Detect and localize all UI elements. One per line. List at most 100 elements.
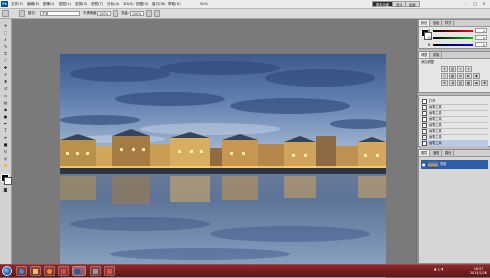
menu-file[interactable]: 文件(F) — [11, 1, 23, 7]
tab-adjustments[interactable]: 调整 — [419, 52, 431, 58]
workspace-painting[interactable]: 绘画 — [405, 1, 420, 7]
color-r-slider[interactable]: R 0 — [428, 28, 490, 34]
marquee-tool[interactable]: ⬚ — [2, 30, 9, 36]
b-track[interactable] — [433, 44, 473, 46]
brush-panel-icon[interactable] — [19, 10, 25, 17]
color-g-slider[interactable]: G 0 — [428, 35, 490, 41]
g-value-input[interactable]: 0 — [475, 35, 487, 40]
document-canvas[interactable] — [60, 54, 386, 278]
hue-icon[interactable]: ▦ — [449, 73, 456, 79]
lasso-icon: ℓ — [4, 37, 7, 42]
tab-color[interactable]: 颜色 — [419, 20, 431, 26]
tab-swatches[interactable]: 色板 — [431, 20, 443, 26]
menu-help[interactable]: 帮助(H) — [168, 1, 181, 7]
healing-tool[interactable]: ✚ — [2, 65, 9, 71]
history-item[interactable]: 画笔工具 — [421, 140, 488, 147]
layer-row[interactable]: ● 背景 — [421, 160, 488, 169]
eraser-tool[interactable]: ▭ — [2, 93, 9, 99]
pressure-size-icon[interactable] — [154, 10, 160, 17]
options-bar: · 模式: 正常 不透明度: 100% 流量: 100% — [0, 9, 490, 19]
blur-tool[interactable]: ◆ — [2, 107, 9, 113]
menu-select[interactable]: 选择(S) — [75, 1, 87, 7]
taskbar-app[interactable] — [58, 266, 69, 276]
r-track[interactable] — [433, 30, 473, 32]
taskbar-photoshop[interactable] — [72, 266, 86, 276]
crop-tool[interactable]: ⌗ — [2, 51, 9, 57]
taskbar-explorer[interactable] — [30, 266, 41, 276]
gradient-tool[interactable]: ▤ — [2, 100, 9, 106]
3d-rotate-tool[interactable]: ↻ — [2, 149, 9, 155]
zoom-level[interactable]: 50% — [200, 1, 208, 7]
taskbar-app-3[interactable] — [104, 266, 115, 276]
tab-channels[interactable]: 通道 — [431, 150, 443, 156]
exposure-icon[interactable]: ± — [465, 66, 472, 72]
menu-filter[interactable]: 滤镜(T) — [91, 1, 103, 7]
mode-select[interactable]: 正常 — [40, 11, 80, 16]
history-brush-tool[interactable]: ↺ — [2, 86, 9, 92]
g-track[interactable] — [433, 37, 473, 39]
bw-icon[interactable]: ◐ — [465, 73, 472, 79]
eraser-icon: ▭ — [3, 93, 8, 98]
dodge-tool[interactable]: ● — [2, 114, 9, 120]
tray-icons[interactable]: ▲ ◻ ◖ — [434, 267, 443, 271]
balance-icon[interactable]: ⚖ — [457, 73, 464, 79]
menu-analysis[interactable]: 分析(A) — [107, 1, 119, 7]
path-select-tool[interactable]: ➤ — [2, 135, 9, 141]
menu-layer[interactable]: 图层(L) — [59, 1, 71, 7]
menu-image[interactable]: 图像(I) — [43, 1, 54, 7]
levels-icon[interactable]: ▥ — [449, 66, 456, 72]
shape-tool[interactable]: ■ — [2, 142, 9, 148]
invert-icon[interactable]: ◑ — [449, 80, 456, 86]
channel-b-label: B — [428, 43, 431, 47]
tab-styles[interactable]: 样式 — [443, 20, 455, 26]
close-icon[interactable]: × — [480, 1, 488, 7]
airbrush-icon[interactable] — [146, 10, 152, 17]
3d-orbit-tool[interactable]: ◎ — [2, 156, 9, 162]
lasso-tool[interactable]: ℓ — [2, 37, 9, 43]
minimize-icon[interactable]: - — [462, 1, 470, 7]
tray-clock[interactable]: 18:57 2015/2/26 — [470, 267, 487, 275]
menu-window[interactable]: 窗口(W) — [152, 1, 166, 7]
pen-tool[interactable]: ✒ — [2, 121, 9, 127]
photo-filter-icon[interactable]: ◉ — [473, 73, 480, 79]
mixer-icon[interactable]: ⊕ — [441, 80, 448, 86]
hand-tool[interactable]: ✋ — [2, 163, 9, 169]
app-icon — [93, 269, 98, 274]
brush-tool[interactable]: ✐ — [2, 72, 9, 78]
stamp-tool[interactable]: ♜ — [2, 79, 9, 85]
eyedropper-tool[interactable]: ⁄ — [2, 58, 9, 64]
quick-mask-button[interactable]: ◙ — [2, 187, 9, 193]
tab-masks[interactable]: 蒙版 — [431, 52, 443, 58]
workspace-essentials[interactable]: 基本功能 — [372, 1, 394, 7]
quick-select-tool[interactable]: ✎ — [2, 44, 9, 50]
selective-color-icon[interactable]: ✱ — [481, 80, 488, 86]
menu-edit[interactable]: 编辑(E) — [27, 1, 39, 7]
background-color-swatch[interactable] — [4, 177, 12, 185]
r-value-input[interactable]: 0 — [475, 28, 487, 33]
color-b-slider[interactable]: B 0 — [428, 42, 490, 48]
b-value-input[interactable]: 0 — [475, 42, 487, 47]
posterize-icon[interactable]: ▨ — [457, 80, 464, 86]
menu-3d[interactable]: 3D(D) — [123, 1, 134, 7]
brightness-icon[interactable]: ☀ — [441, 66, 448, 72]
start-button[interactable] — [2, 266, 12, 276]
tab-paths[interactable]: 路径 — [443, 150, 455, 156]
flow-input[interactable]: 100% — [130, 11, 144, 16]
curves-icon[interactable]: ∿ — [457, 66, 464, 72]
taskbar-app-2[interactable] — [90, 266, 101, 276]
threshold-icon[interactable]: ▩ — [465, 80, 472, 86]
gradient-map-icon[interactable]: ▬ — [473, 80, 480, 86]
pressure-opacity-icon[interactable] — [113, 10, 118, 17]
menu-view[interactable]: 视图(V) — [136, 1, 148, 7]
move-tool[interactable]: ✢ — [2, 23, 9, 29]
type-tool[interactable]: T — [2, 128, 9, 134]
blur-icon: ◆ — [3, 107, 8, 112]
opacity-input[interactable]: 100% — [97, 11, 111, 16]
taskbar-ie[interactable] — [16, 266, 27, 276]
tab-layers[interactable]: 图层 — [419, 150, 431, 156]
eye-icon[interactable]: ● — [422, 162, 426, 167]
maximize-icon[interactable]: □ — [471, 1, 479, 7]
taskbar-player[interactable] — [44, 266, 55, 276]
vibrance-icon[interactable]: ▽ — [441, 73, 448, 79]
brush-preset-icon[interactable] — [2, 10, 9, 17]
